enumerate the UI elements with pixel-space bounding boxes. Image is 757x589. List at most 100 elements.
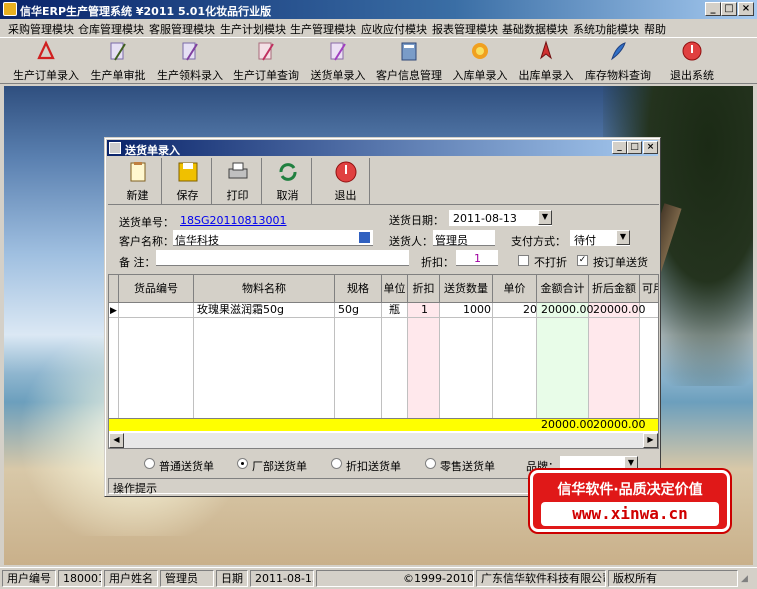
sender-value: 管理员 bbox=[435, 234, 468, 247]
menu-production-plan[interactable]: 生产计划模块 bbox=[220, 21, 286, 37]
chevron-down-icon[interactable]: ▼ bbox=[624, 456, 638, 471]
discount-value: 1 bbox=[474, 252, 481, 265]
table-row[interactable]: ▶ 玫瑰果滋润霜50g 50g 瓶 1 1000 20 20000.00 200… bbox=[109, 303, 658, 318]
col-header-amount[interactable]: 金额合计 bbox=[537, 275, 589, 303]
company-name: 广东信华软件科技有限公司 bbox=[476, 570, 606, 587]
menu-service[interactable]: 客服管理模块 bbox=[149, 21, 215, 37]
scroll-left-icon[interactable]: ◀ bbox=[109, 433, 124, 448]
user-no-label: 用户编号 bbox=[2, 570, 56, 587]
date-status: 2011-08-13 bbox=[250, 570, 314, 587]
menu-receivable[interactable]: 应收应付模块 bbox=[361, 21, 427, 37]
no-discount-checkbox[interactable] bbox=[518, 255, 529, 266]
date-label: 送货日期： bbox=[389, 214, 444, 227]
col-header-name[interactable]: 物料名称 bbox=[194, 275, 335, 303]
toolbar-delivery-entry[interactable]: 送货单录入 bbox=[308, 40, 368, 82]
remark-field[interactable] bbox=[156, 250, 409, 266]
sender-field[interactable]: 管理员 bbox=[433, 230, 495, 247]
child-restore-button[interactable]: □ bbox=[627, 141, 642, 154]
banner-slogan: 信华软件·品质决定价值 bbox=[557, 482, 703, 498]
customer-field[interactable]: 信华科技 bbox=[173, 230, 373, 247]
user-name: 管理员 bbox=[160, 570, 214, 587]
by-order-checkbox[interactable]: ✓ bbox=[577, 255, 588, 266]
order-no-link[interactable]: 18SG20110813001 bbox=[180, 214, 287, 227]
col-header-price[interactable]: 单价 bbox=[493, 275, 537, 303]
status-bar: 用户编号 180001 用户姓名 管理员 日期 2011-08-13 ©1999… bbox=[0, 567, 757, 589]
menu-purchase[interactable]: 采购管理模块 bbox=[8, 21, 74, 37]
delivery-entry-window: 送货单录入 _ □ × 新建 保存 打印 取消 退出 送货单号： 18SG201… bbox=[104, 137, 661, 497]
child-toolbar: 新建 保存 打印 取消 退出 bbox=[108, 157, 659, 205]
toolbar-exit-system[interactable]: 退出系统 bbox=[668, 40, 716, 82]
lookup-icon[interactable] bbox=[359, 232, 370, 243]
new-document-icon bbox=[130, 162, 145, 182]
col-header-spec[interactable]: 规格 bbox=[335, 275, 382, 303]
pen-icon bbox=[110, 42, 126, 61]
col-header-qty[interactable]: 送货数量 bbox=[440, 275, 493, 303]
maximize-button[interactable]: □ bbox=[721, 2, 737, 16]
discount-field[interactable]: 1 bbox=[456, 250, 498, 266]
radio-factory[interactable] bbox=[237, 458, 248, 469]
scroll-right-icon[interactable]: ▶ bbox=[643, 433, 658, 448]
totals-row: 20000.00 20000.00 bbox=[109, 418, 658, 431]
payment-value: 待付 bbox=[574, 234, 596, 247]
child-close-button[interactable]: × bbox=[643, 141, 658, 154]
toolbar-customer-management[interactable]: 客户信息管理 bbox=[376, 40, 442, 82]
col-header-code[interactable]: 货品编号 bbox=[119, 275, 194, 303]
menu-base-data[interactable]: 基础数据模块 bbox=[502, 21, 568, 37]
radio-discount-label: 折扣送货单 bbox=[346, 460, 401, 473]
by-order-label: 按订单送货 bbox=[593, 256, 648, 269]
menu-reports[interactable]: 报表管理模块 bbox=[432, 21, 498, 37]
date-value: 2011-08-13 bbox=[453, 212, 517, 225]
toolbar-production-order-query[interactable]: 生产订单查询 bbox=[232, 40, 300, 82]
window-icon bbox=[109, 142, 121, 154]
resize-grip-icon[interactable]: ◢ bbox=[741, 574, 748, 584]
date-status-label: 日期 bbox=[216, 570, 248, 587]
pen-icon bbox=[330, 42, 346, 61]
payment-select[interactable]: 待付 ▼ bbox=[570, 230, 630, 247]
chevron-down-icon[interactable]: ▼ bbox=[538, 210, 552, 225]
print-button[interactable]: 打印 bbox=[214, 158, 262, 204]
pen-icon bbox=[258, 42, 274, 61]
operation-hint-label: 操作提示 bbox=[113, 482, 157, 495]
refresh-icon bbox=[279, 163, 296, 181]
toolbar-material-requisition[interactable]: 生产领料录入 bbox=[156, 40, 224, 82]
exit-button[interactable]: 退出 bbox=[322, 158, 370, 204]
sender-label: 送货人： bbox=[389, 235, 433, 248]
cell-unit: 瓶 bbox=[389, 303, 400, 316]
toolbar-inventory-query[interactable]: 库存物料查询 bbox=[584, 40, 652, 82]
date-picker[interactable]: 2011-08-13 ▼ bbox=[449, 210, 552, 226]
save-button[interactable]: 保存 bbox=[164, 158, 212, 204]
radio-normal-label: 普通送货单 bbox=[159, 460, 214, 473]
app-icon bbox=[3, 2, 17, 16]
cancel-button[interactable]: 取消 bbox=[264, 158, 312, 204]
new-button[interactable]: 新建 bbox=[114, 158, 162, 204]
radio-discount[interactable] bbox=[331, 458, 342, 469]
menu-help[interactable]: 帮助 bbox=[644, 21, 666, 37]
minimize-button[interactable]: _ bbox=[705, 2, 721, 16]
child-minimize-button[interactable]: _ bbox=[612, 141, 627, 154]
horizontal-scrollbar[interactable]: ◀ ▶ bbox=[109, 433, 658, 448]
toolbar-production-order-entry[interactable]: 生产订单录入 bbox=[12, 40, 80, 82]
payment-label: 支付方式： bbox=[511, 235, 566, 248]
notebook-icon bbox=[401, 42, 417, 61]
menu-warehouse[interactable]: 仓库管理模块 bbox=[78, 21, 144, 37]
menu-production[interactable]: 生产管理模块 bbox=[290, 21, 356, 37]
toolbar-production-approval[interactable]: 生产单审批 bbox=[88, 40, 148, 82]
items-grid[interactable]: 货品编号 物料名称 规格 单位 折扣 送货数量 单价 金额合计 折后金额 可用 … bbox=[108, 274, 659, 449]
col-header-unit[interactable]: 单位 bbox=[382, 275, 408, 303]
radio-retail[interactable] bbox=[425, 458, 436, 469]
total-net: 20000.00 bbox=[593, 418, 646, 431]
col-header-available[interactable]: 可用 bbox=[640, 275, 658, 303]
cell-spec: 50g bbox=[338, 303, 359, 316]
radio-normal[interactable] bbox=[144, 458, 155, 469]
toolbar-stock-in-entry[interactable]: 入库单录入 bbox=[452, 40, 508, 82]
customer-value: 信华科技 bbox=[175, 234, 219, 247]
col-header-net[interactable]: 折后金额 bbox=[589, 275, 640, 303]
user-name-label: 用户姓名 bbox=[104, 570, 158, 587]
acrobat-icon bbox=[37, 40, 55, 60]
col-header-discount[interactable]: 折扣 bbox=[408, 275, 440, 303]
close-button[interactable]: × bbox=[738, 2, 754, 16]
chevron-down-icon[interactable]: ▼ bbox=[616, 230, 630, 245]
cell-qty: 1000 bbox=[463, 303, 491, 316]
toolbar-stock-out-entry[interactable]: 出库单录入 bbox=[518, 40, 574, 82]
menu-system[interactable]: 系统功能模块 bbox=[573, 21, 639, 37]
